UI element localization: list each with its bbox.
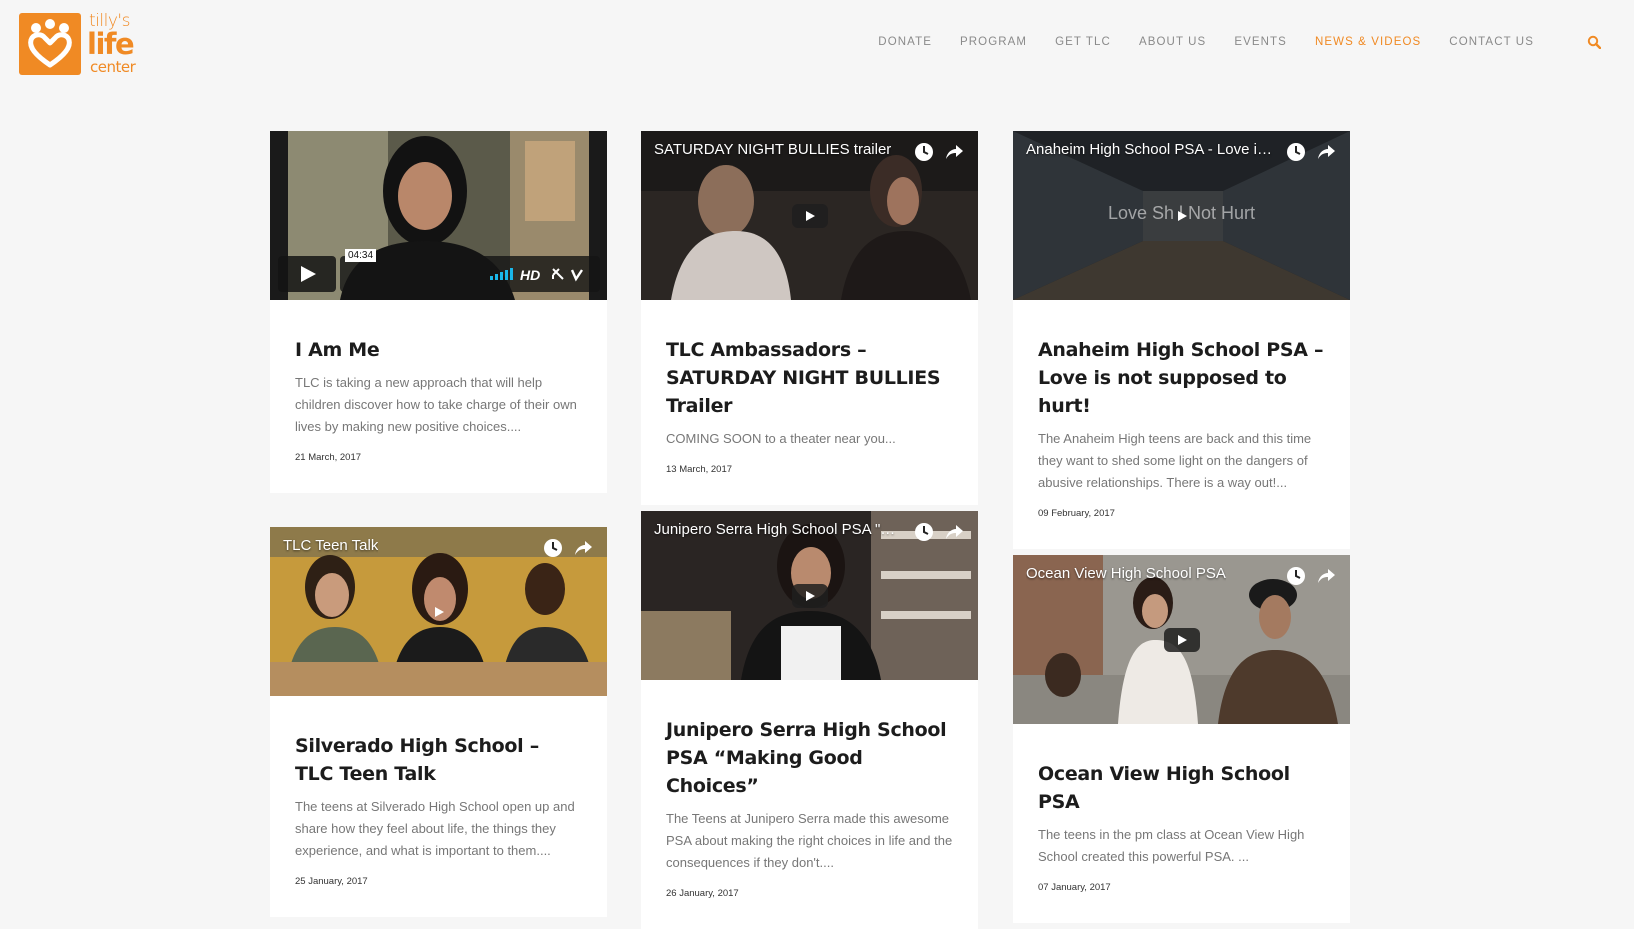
video-player[interactable]: Love Sh l Not Hurt Anaheim High School P… xyxy=(1013,131,1350,300)
share-icon[interactable] xyxy=(573,538,593,558)
video-player[interactable]: SATURDAY NIGHT BULLIES trailer xyxy=(641,131,978,300)
post-excerpt: The teens at Silverado High School open … xyxy=(295,799,575,858)
nav-get-tlc[interactable]: GET TLC xyxy=(1055,36,1111,48)
vimeo-tool-icons: HD xyxy=(490,267,583,282)
watch-later-icon[interactable] xyxy=(1286,566,1306,586)
post-excerpt: TLC is taking a new approach that will h… xyxy=(295,375,577,434)
logo-text-main: life xyxy=(87,27,135,61)
share-icon[interactable] xyxy=(1316,566,1336,586)
watch-later-icon[interactable] xyxy=(543,538,563,558)
nav-events[interactable]: EVENTS xyxy=(1234,36,1287,48)
video-player[interactable]: Junipero Serra High School PSA "M... xyxy=(641,511,978,680)
play-button[interactable] xyxy=(1163,627,1200,652)
nav-program[interactable]: PROGRAM xyxy=(960,36,1027,48)
share-icon[interactable] xyxy=(1316,142,1336,162)
nav-contact-us[interactable]: CONTACT US xyxy=(1449,36,1534,48)
post-card: SATURDAY NIGHT BULLIES trailer TLC Ambas… xyxy=(641,131,978,505)
progress-bar[interactable]: HD xyxy=(340,256,600,292)
video-title: Ocean View High School PSA xyxy=(1026,565,1226,582)
share-icon[interactable] xyxy=(944,142,964,162)
post-card: Ocean View High School PSA Ocean View Hi… xyxy=(1013,555,1350,923)
post-excerpt: The Anaheim High teens are back and this… xyxy=(1038,431,1312,490)
watch-later-icon[interactable] xyxy=(1286,142,1306,162)
post-title[interactable]: I Am Me xyxy=(295,336,582,364)
vimeo-controls: HD 04:34 xyxy=(278,249,600,292)
site-header: tilly's life center DONATE PROGRAM GET T… xyxy=(0,0,1634,90)
post-title[interactable]: Junipero Serra High School PSA “Making G… xyxy=(666,716,953,800)
post-date: 13 March, 2017 xyxy=(666,464,733,475)
nav-about-us[interactable]: ABOUT US xyxy=(1139,36,1206,48)
post-title[interactable]: TLC Ambassadors – SATURDAY NIGHT BULLIES… xyxy=(666,336,953,420)
video-title: Junipero Serra High School PSA "M... xyxy=(654,521,904,538)
watch-later-icon[interactable] xyxy=(914,522,934,542)
video-title: SATURDAY NIGHT BULLIES trailer xyxy=(654,141,892,158)
watch-later-icon[interactable] xyxy=(914,142,934,162)
post-card: Love Sh l Not Hurt Anaheim High School P… xyxy=(1013,131,1350,549)
nav-news-videos[interactable]: NEWS & VIDEOS xyxy=(1315,36,1421,48)
post-date: 26 January, 2017 xyxy=(666,888,739,899)
site-logo[interactable]: tilly's life center xyxy=(19,13,144,75)
play-button[interactable] xyxy=(1164,204,1200,228)
heart-paw-icon xyxy=(19,13,81,75)
share-icon[interactable] xyxy=(944,522,964,542)
play-button[interactable] xyxy=(278,256,336,292)
post-title[interactable]: Anaheim High School PSA – Love is not su… xyxy=(1038,336,1325,420)
nav-donate[interactable]: DONATE xyxy=(878,36,932,48)
post-card: HD 04:34 I Am Me TLC is taking a new app… xyxy=(270,131,607,493)
post-date: 09 February, 2017 xyxy=(1038,508,1115,519)
video-player[interactable]: HD 04:34 xyxy=(270,131,607,300)
play-button[interactable] xyxy=(791,203,828,228)
post-date: 25 January, 2017 xyxy=(295,876,368,887)
post-excerpt: The teens in the pm class at Ocean View … xyxy=(1038,827,1305,864)
post-title[interactable]: Silverado High School – TLC Teen Talk xyxy=(295,732,582,788)
post-excerpt: COMING SOON to a theater near you... xyxy=(666,431,896,446)
svg-text:HD: HD xyxy=(520,267,540,282)
main-nav: DONATE PROGRAM GET TLC ABOUT US EVENTS N… xyxy=(850,36,1534,48)
video-time: 04:34 xyxy=(345,249,377,262)
post-date: 21 March, 2017 xyxy=(295,452,362,463)
post-title[interactable]: Ocean View High School PSA xyxy=(1038,760,1325,816)
post-date: 07 January, 2017 xyxy=(1038,882,1111,893)
search-icon[interactable] xyxy=(1587,35,1603,51)
video-title: Anaheim High School PSA - Love is ... xyxy=(1026,141,1276,158)
post-excerpt: The Teens at Junipero Serra made this aw… xyxy=(666,811,953,870)
logo-text-bottom: center xyxy=(90,58,136,76)
video-player[interactable]: Ocean View High School PSA xyxy=(1013,555,1350,724)
video-player[interactable]: TLC Teen Talk xyxy=(270,527,607,696)
post-card: Junipero Serra High School PSA "M... Jun… xyxy=(641,511,978,929)
video-title: TLC Teen Talk xyxy=(283,537,379,554)
post-card: TLC Teen Talk Silverado High School – TL… xyxy=(270,527,607,917)
play-button[interactable] xyxy=(421,600,457,624)
play-button[interactable] xyxy=(791,583,828,608)
